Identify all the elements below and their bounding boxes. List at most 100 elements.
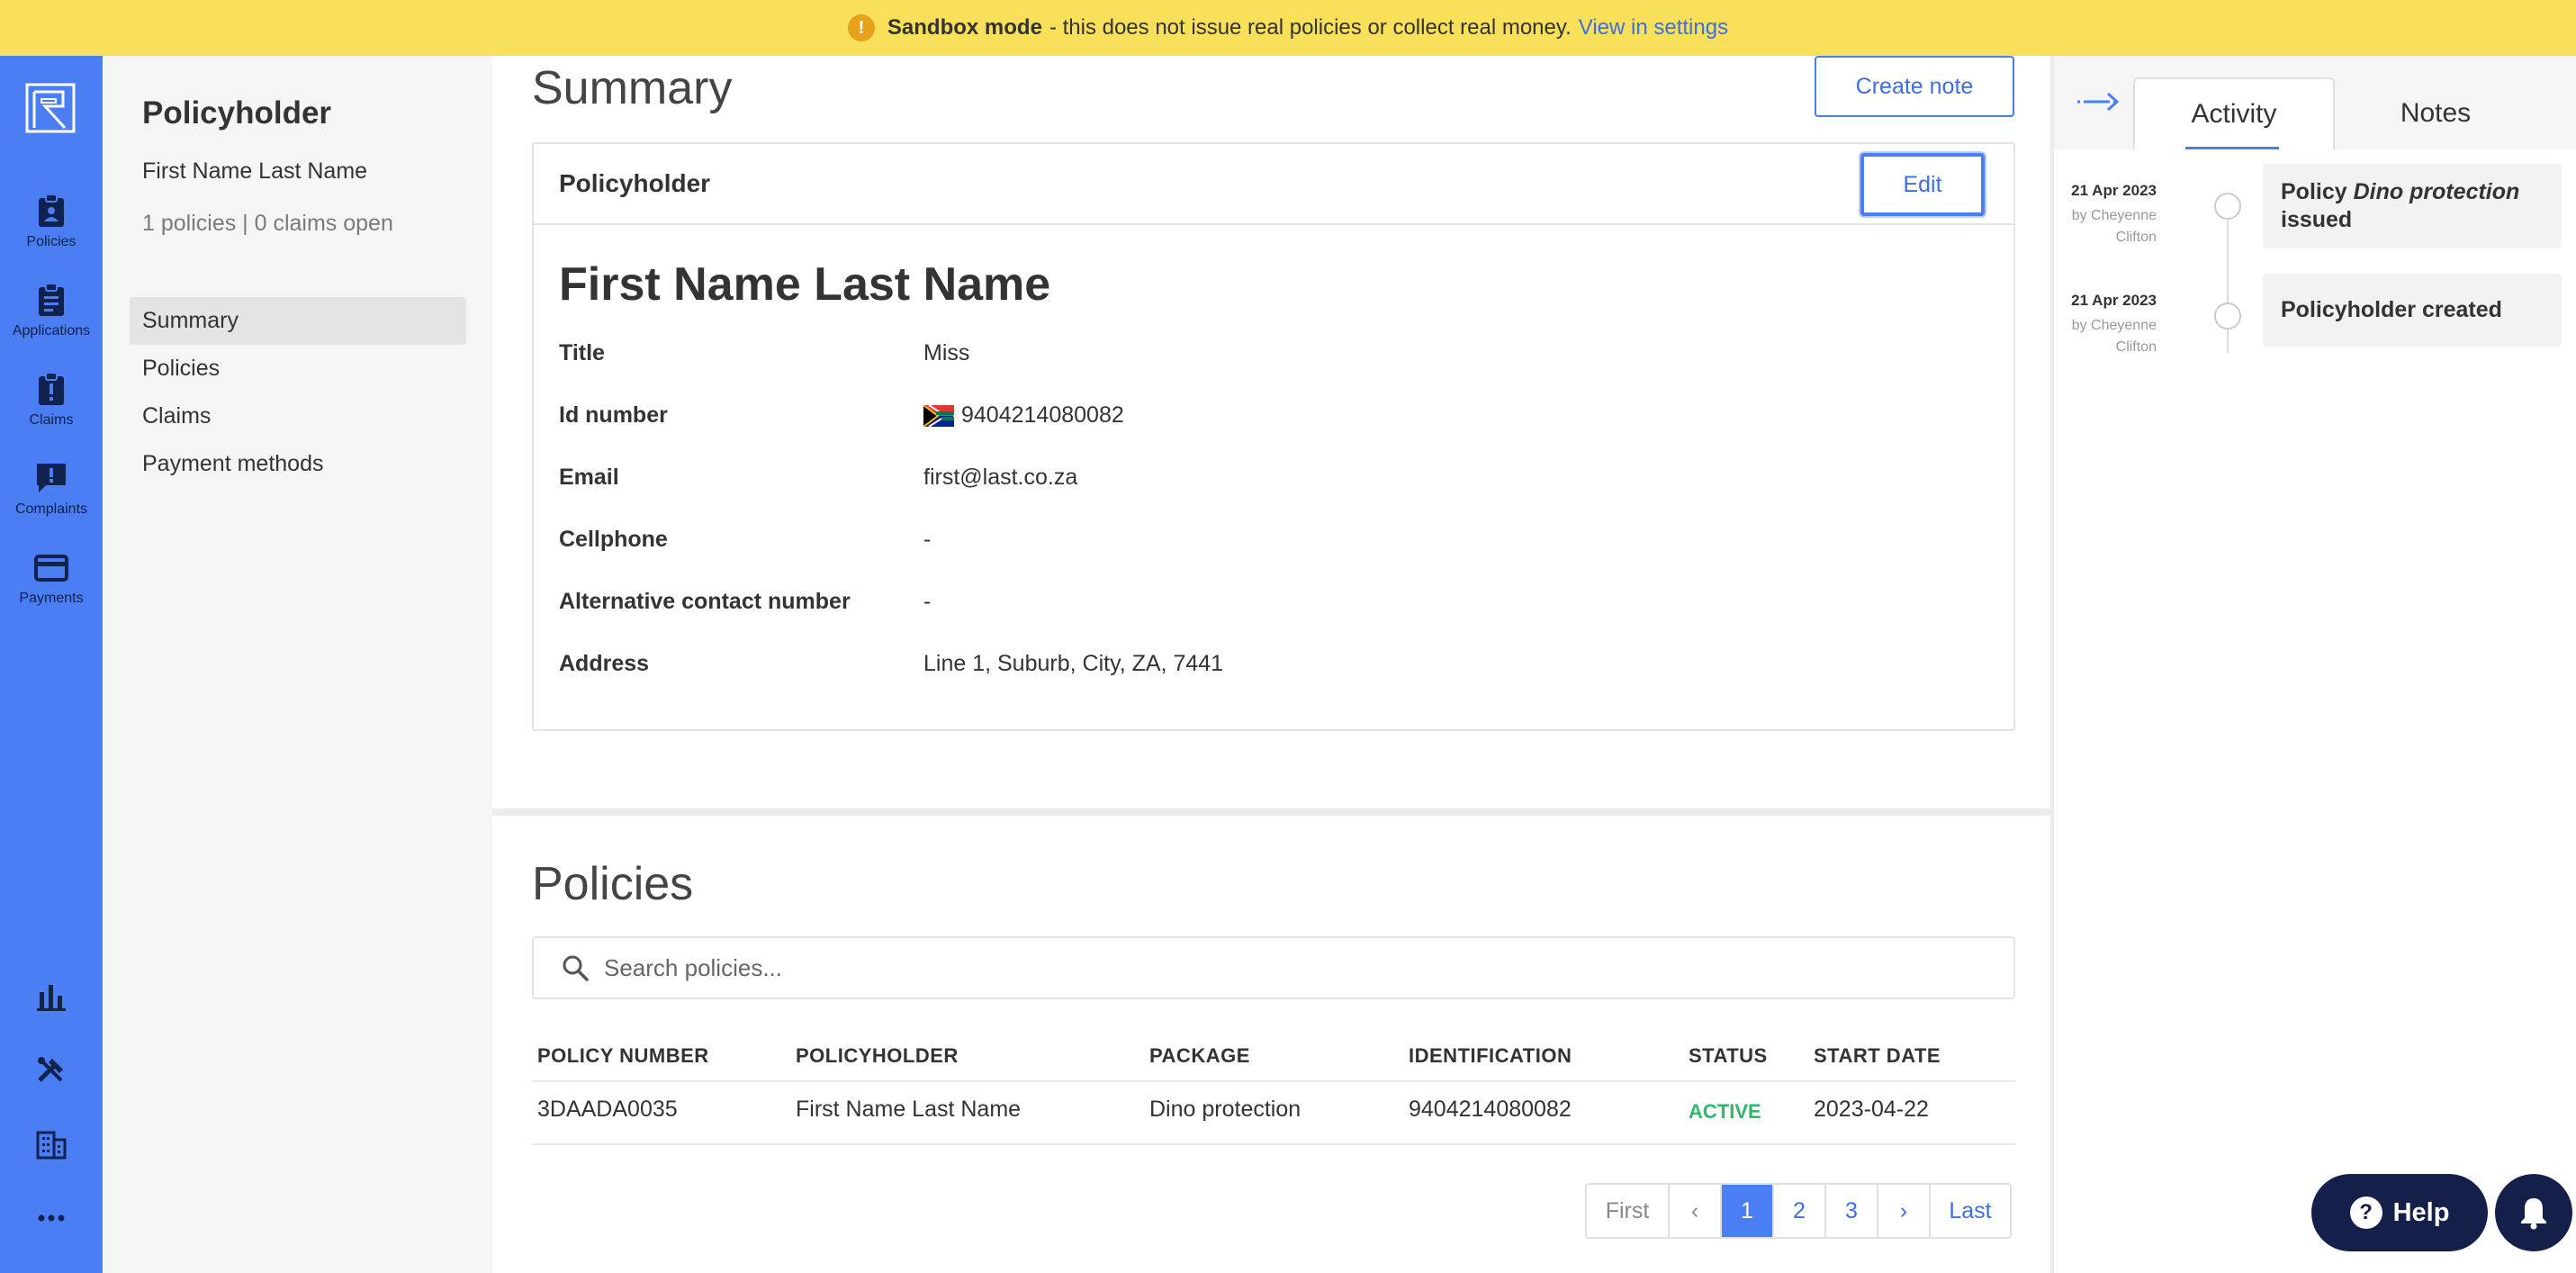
edit-button[interactable]: Edit (1860, 153, 1985, 216)
activity-text-post: issued (2281, 207, 2353, 232)
tab-activity[interactable]: Activity (2133, 77, 2335, 149)
policyholder-meta: 1 policies | 0 claims open (142, 211, 393, 236)
subnav-item-summary[interactable]: Summary (130, 297, 466, 345)
notifications-button[interactable] (2495, 1174, 2572, 1251)
column-header[interactable]: PACKAGE (1149, 1044, 1250, 1068)
south-africa-flag-icon (923, 404, 954, 427)
timeline-line (2227, 205, 2229, 353)
search-input[interactable] (604, 953, 1954, 982)
cell-policy-number[interactable]: 3DAADA0035 (537, 1097, 678, 1123)
analytics-button[interactable] (0, 980, 103, 1014)
pagination-first[interactable]: First (1587, 1185, 1670, 1237)
activity-bubble: Policy Dino protection issued (2263, 164, 2562, 248)
help-label: Help (2392, 1197, 2450, 1227)
subnav-item-payment-methods[interactable]: Payment methods (130, 440, 466, 488)
panel-tabs: Activity Notes (2054, 56, 2576, 149)
card-header: Policyholder Edit (534, 144, 2013, 225)
policy-search[interactable] (532, 936, 2015, 999)
cell-package: Dino protection (1149, 1097, 1302, 1122)
create-note-button[interactable]: Create note (1815, 56, 2014, 117)
column-header[interactable]: STATUS (1689, 1044, 1768, 1068)
field-label: Id number (559, 402, 668, 428)
pagination-next[interactable]: › (1878, 1185, 1931, 1237)
activity-text-em[interactable]: Dino protection (2354, 179, 2520, 204)
rail-item-policies[interactable]: Policies (0, 193, 103, 250)
summary-heading: Summary (532, 62, 733, 114)
tab-notes[interactable]: Notes (2335, 77, 2536, 149)
rail-label-claims: Claims (29, 412, 74, 428)
activity-panel: Activity Notes 21 Apr 2023 by Cheyenne C… (2050, 56, 2576, 1273)
activity-text: Policyholder created (2281, 297, 2502, 322)
field-value: Line 1, Suburb, City, ZA, 7441 (923, 651, 1224, 676)
timeline-dot (2214, 193, 2241, 220)
column-header[interactable]: POLICY NUMBER (537, 1044, 709, 1068)
column-header[interactable]: IDENTIFICATION (1409, 1044, 1572, 1068)
field-value: first@last.co.za (923, 465, 1078, 490)
field-value: Miss (923, 340, 970, 366)
tools-button[interactable] (0, 1053, 103, 1088)
complaint-icon (37, 464, 66, 492)
organization-button[interactable] (0, 1127, 103, 1161)
building-icon (36, 1131, 67, 1160)
sidebar-title: Policyholder (142, 95, 332, 131)
section-divider (492, 808, 2050, 816)
help-button[interactable]: ? Help (2311, 1174, 2488, 1251)
logo-icon[interactable] (23, 81, 77, 135)
claims-icon (39, 372, 64, 405)
left-rail: Policies Applications Claims Complaints (0, 56, 103, 1273)
field-label: Address (559, 651, 650, 676)
column-header[interactable]: POLICYHOLDER (796, 1044, 959, 1068)
subnav-item-claims[interactable]: Claims (130, 393, 466, 440)
more-button[interactable] (0, 1201, 103, 1235)
activity-author: by Cheyenne Clifton (2071, 208, 2157, 245)
collapse-arrow-icon[interactable] (2076, 88, 2121, 115)
activity-bubble: Policyholder created (2263, 274, 2562, 347)
rail-item-payments[interactable]: Payments (0, 549, 103, 607)
pagination-prev[interactable]: ‹ (1670, 1185, 1722, 1237)
policyholder-card: Policyholder Edit First Name Last Name T… (532, 142, 2015, 731)
pagination-page-1[interactable]: 1 (1722, 1185, 1774, 1237)
policyholder-name: First Name Last Name (142, 158, 368, 184)
view-in-settings-link[interactable]: View in settings (1579, 15, 1728, 41)
rail-item-claims[interactable]: Claims (0, 371, 103, 429)
policyholder-sidebar: Policyholder First Name Last Name 1 poli… (103, 56, 492, 1273)
rail-item-complaints[interactable]: Complaints (0, 460, 103, 518)
table-header-divider (532, 1080, 2015, 1082)
field-value: - (923, 527, 932, 552)
status-badge: ACTIVE (1689, 1100, 1761, 1123)
rail-label-policies: Policies (26, 234, 77, 249)
field-label: Alternative contact number (559, 589, 851, 614)
activity-text-pre: Policy (2281, 179, 2354, 204)
column-header[interactable]: START DATE (1814, 1044, 1941, 1068)
card-label: Policyholder (559, 169, 711, 197)
table-row-divider (532, 1143, 2015, 1145)
subnav-item-policies[interactable]: Policies (130, 345, 466, 393)
field-label: Email (559, 465, 619, 490)
field-value-wrapper: 9404214080082 (923, 402, 1124, 429)
rail-label-complaints: Complaints (14, 501, 88, 517)
field-value: - (923, 589, 932, 614)
policies-heading: Policies (532, 858, 694, 910)
search-icon (563, 955, 589, 981)
bar-chart-icon (37, 985, 66, 1011)
activity-date: 21 Apr 2023 (2071, 292, 2157, 309)
full-name: First Name Last Name (559, 258, 1051, 311)
pagination-last[interactable]: Last (1931, 1185, 2010, 1237)
rail-label-payments: Payments (19, 591, 84, 606)
activity-author: by Cheyenne Clifton (2071, 318, 2157, 355)
timeline-dot (2214, 302, 2241, 330)
tools-icon (38, 1057, 63, 1082)
id-number-value: 9404214080082 (961, 402, 1124, 428)
pagination-page-2[interactable]: 2 (1774, 1185, 1826, 1237)
policies-icon (39, 194, 64, 227)
field-label: Title (559, 340, 605, 366)
banner-text: - this does not issue real policies or c… (1049, 15, 1572, 40)
pagination-page-3[interactable]: 3 (1826, 1185, 1878, 1237)
activity-date: 21 Apr 2023 (2071, 182, 2157, 199)
field-label: Cellphone (559, 527, 668, 552)
cell-identification: 9404214080082 (1409, 1097, 1572, 1122)
cell-policyholder: First Name Last Name (796, 1097, 1022, 1122)
clipboard-icon (39, 283, 64, 316)
rail-item-applications[interactable]: Applications (0, 282, 103, 339)
help-icon: ? (2349, 1196, 2382, 1229)
